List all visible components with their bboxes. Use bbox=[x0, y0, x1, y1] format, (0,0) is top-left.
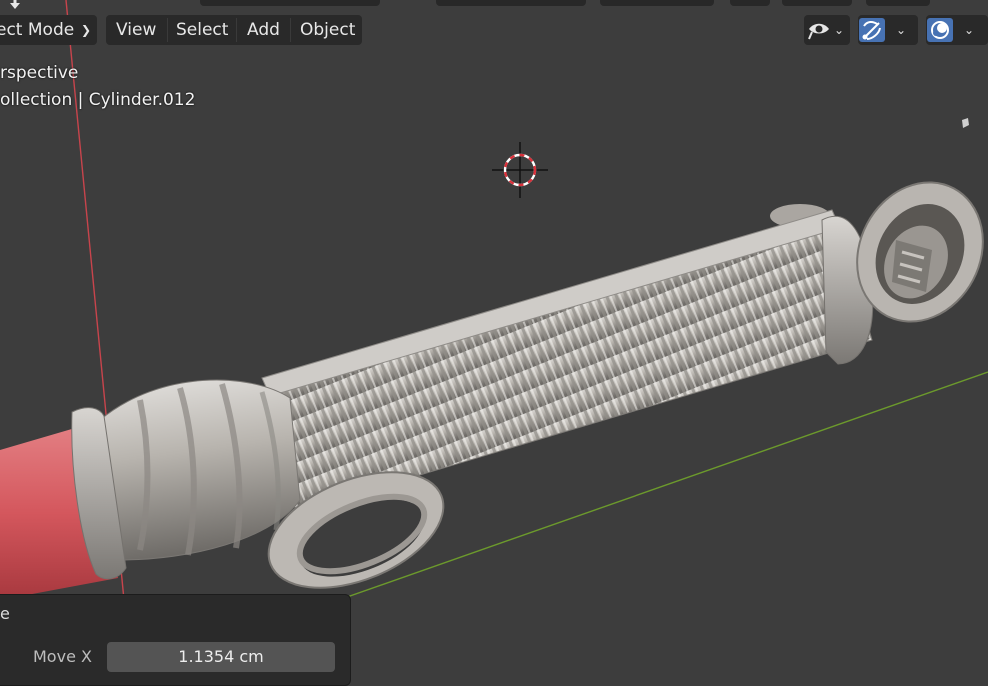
chevron-down-icon: ❯ bbox=[80, 23, 91, 37]
overlays-toggle[interactable]: ⌄ bbox=[926, 15, 988, 45]
header-chip[interactable] bbox=[200, 0, 380, 6]
chevron-down-icon[interactable]: ⌄ bbox=[964, 23, 974, 37]
overlays-icon bbox=[927, 18, 953, 42]
move-x-label: Move X bbox=[33, 647, 92, 666]
viewport-header: ect Mode ❯ View Select Add Object ⌄ ⌄ ⌄ bbox=[0, 15, 988, 47]
header-chip[interactable] bbox=[866, 0, 930, 6]
menu-add[interactable]: Add bbox=[247, 15, 280, 45]
view-name: rspective bbox=[0, 63, 79, 83]
operator-panel-title[interactable]: e bbox=[0, 604, 10, 623]
header-chip[interactable] bbox=[730, 0, 770, 6]
menu-select[interactable]: Select bbox=[176, 15, 228, 45]
chevron-down-icon[interactable]: ⌄ bbox=[896, 23, 906, 37]
visibility-button[interactable]: ⌄ bbox=[804, 15, 850, 45]
menu-divider bbox=[236, 18, 237, 42]
3d-cursor-icon bbox=[492, 142, 548, 198]
operator-panel bbox=[0, 594, 351, 686]
mode-label: ect Mode bbox=[0, 20, 75, 40]
menu-view[interactable]: View bbox=[116, 15, 156, 45]
move-x-field[interactable]: 1.1354 cm bbox=[107, 642, 335, 672]
menu-divider bbox=[290, 18, 291, 42]
gizmo-toggle[interactable]: ⌄ bbox=[858, 15, 918, 45]
fluted-guard bbox=[98, 379, 301, 561]
arrow-down-icon bbox=[10, 0, 20, 9]
mode-selector[interactable]: ect Mode ❯ bbox=[0, 15, 97, 45]
eye-icon bbox=[808, 23, 829, 40]
gizmo-icon bbox=[859, 18, 885, 42]
header-chip[interactable] bbox=[436, 0, 586, 6]
menu-divider bbox=[167, 18, 168, 42]
collection-object-label: ollection | Cylinder.012 bbox=[0, 90, 196, 110]
top-header-strip bbox=[0, 0, 988, 10]
navigation-gizmo-icon[interactable] bbox=[960, 117, 970, 129]
menu-object[interactable]: Object bbox=[300, 15, 355, 45]
menu-group: View Select Add Object bbox=[106, 15, 362, 45]
header-chip[interactable] bbox=[782, 0, 852, 6]
header-chip[interactable] bbox=[600, 0, 714, 6]
chevron-down-icon[interactable]: ⌄ bbox=[834, 23, 844, 37]
